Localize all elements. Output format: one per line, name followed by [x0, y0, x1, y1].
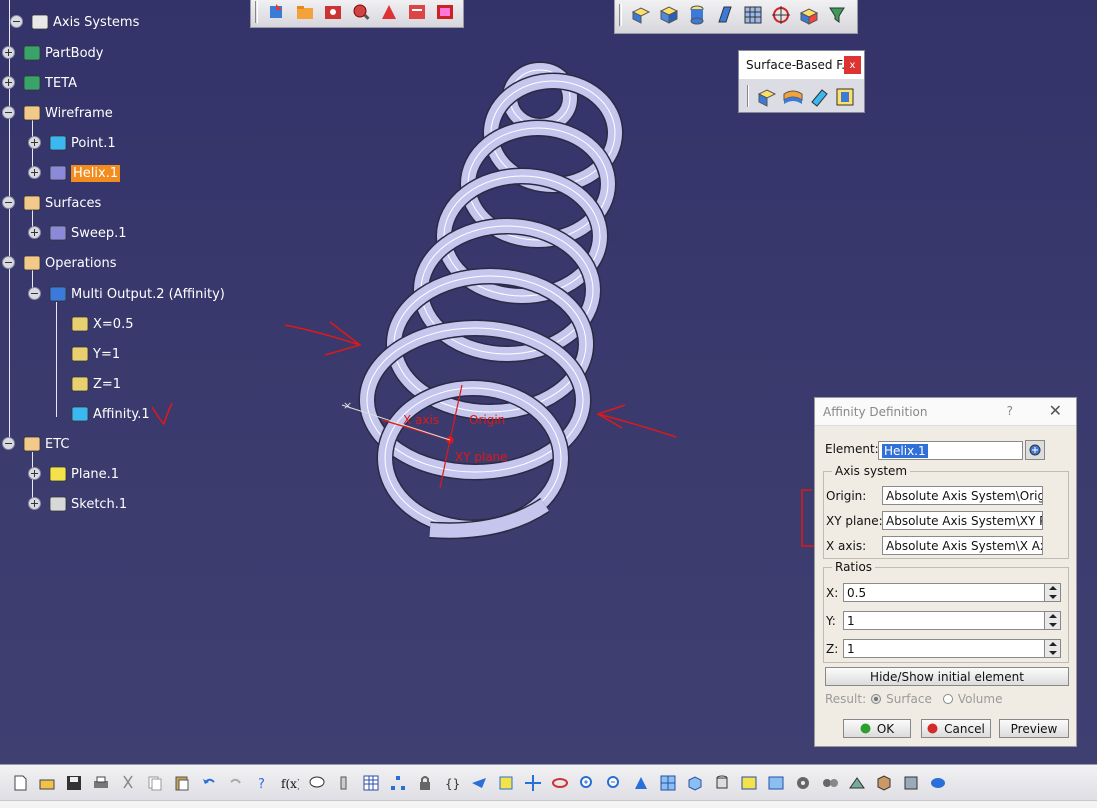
- xy-plane-label: XY plane: [455, 450, 508, 464]
- shading-icon[interactable]: [710, 771, 734, 795]
- z-ratio-label: Z:: [826, 642, 839, 656]
- xy-plane-field-label: XY plane:: [826, 514, 883, 528]
- print-icon[interactable]: [89, 771, 113, 795]
- swap-visible-icon[interactable]: [764, 771, 788, 795]
- surface-radio[interactable]: [871, 694, 882, 704]
- parameter-icon[interactable]: [332, 771, 356, 795]
- cancel-label: Cancel: [944, 721, 985, 736]
- xy-plane-field[interactable]: Absolute Axis System\XY Plane: [882, 511, 1043, 530]
- rotate-icon[interactable]: [548, 771, 572, 795]
- surface-radio-label: Surface: [886, 692, 932, 706]
- selection-icon: [1029, 444, 1041, 456]
- ok-button[interactable]: OK: [843, 719, 911, 738]
- dialog-title-bar[interactable]: Affinity Definition ? ✕: [815, 398, 1076, 426]
- preview-label: Preview: [1010, 721, 1058, 736]
- element-value: Helix.1: [882, 443, 928, 458]
- x-ratio-field[interactable]: 0.5: [843, 583, 1045, 602]
- volume-radio[interactable]: [942, 694, 953, 704]
- x-axis-field-label: X axis:: [826, 539, 867, 553]
- hide-show-label: Hide/Show initial element: [870, 669, 1024, 684]
- origin-field-label: Origin:: [826, 489, 867, 503]
- origin-label: Origin: [469, 413, 505, 427]
- y-ratio-field[interactable]: 1: [843, 611, 1045, 630]
- element-selector-button[interactable]: [1025, 440, 1045, 460]
- table-icon[interactable]: [359, 771, 383, 795]
- zoom-in-icon[interactable]: [575, 771, 599, 795]
- knowledge-icon[interactable]: {}: [440, 771, 464, 795]
- svg-text:{}: {}: [445, 777, 460, 791]
- normal-view-icon[interactable]: [629, 771, 653, 795]
- copy-icon[interactable]: [143, 771, 167, 795]
- affinity-definition-dialog[interactable]: Affinity Definition ? ✕ Element: Helix.1…: [814, 397, 1077, 747]
- y-ratio-spinner[interactable]: [1044, 611, 1061, 630]
- annotation-arrow-left: [284, 321, 362, 356]
- whats-this-icon[interactable]: ?: [251, 771, 275, 795]
- hide-show-icon[interactable]: [737, 771, 761, 795]
- zoom-out-icon[interactable]: [602, 771, 626, 795]
- simulation-icon[interactable]: [899, 771, 923, 795]
- z-ratio-field[interactable]: 1: [843, 639, 1045, 658]
- ok-label: OK: [876, 721, 895, 736]
- open-icon[interactable]: [35, 771, 59, 795]
- cancel-button[interactable]: Cancel: [921, 719, 991, 738]
- paste-icon[interactable]: [170, 771, 194, 795]
- z-ratio-value: 1: [847, 641, 855, 656]
- element-label: Element:: [825, 442, 879, 456]
- pan-icon[interactable]: [521, 771, 545, 795]
- origin-field-value: Absolute Axis System\Origin: [886, 488, 1043, 503]
- material-icon[interactable]: [872, 771, 896, 795]
- svg-text:?: ?: [258, 777, 265, 792]
- new-icon[interactable]: [8, 771, 32, 795]
- iso-view-icon[interactable]: [683, 771, 707, 795]
- result-row: Result: Surface Volume: [825, 692, 1002, 706]
- x-axis-field-value: Absolute Axis System\X Axis: [886, 538, 1043, 553]
- cancel-icon: [927, 723, 938, 734]
- annotation-arrow-right: [596, 404, 677, 438]
- preview-button[interactable]: Preview: [999, 719, 1069, 738]
- lock-icon[interactable]: [413, 771, 437, 795]
- ratios-group-title: Ratios: [832, 560, 876, 574]
- dialog-title: Affinity Definition: [823, 404, 928, 419]
- fit-all-icon[interactable]: [494, 771, 518, 795]
- close-dialog-button[interactable]: ✕: [1049, 401, 1062, 420]
- axis-x-marker: ×: [343, 399, 352, 412]
- x-axis-label: X axis: [403, 413, 439, 427]
- bottom-toolbar: ? f(x) {}: [0, 764, 1097, 800]
- help-button[interactable]: ?: [1007, 404, 1013, 418]
- x-ratio-label: X:: [826, 586, 839, 600]
- ok-icon: [860, 723, 871, 734]
- redo-icon[interactable]: [224, 771, 248, 795]
- analysis-icon[interactable]: [845, 771, 869, 795]
- 3d-viewport[interactable]: Axis Systems PartBody TETA Wireframe Point.1…: [0, 0, 1097, 764]
- y-ratio-label: Y:: [826, 614, 836, 628]
- element-field[interactable]: Helix.1: [878, 441, 1023, 460]
- x-ratio-value: 0.5: [847, 585, 867, 600]
- result-label: Result:: [825, 692, 867, 706]
- axis-system-group-title: Axis system: [832, 464, 911, 478]
- settings-gear-icon[interactable]: [791, 771, 815, 795]
- x-ratio-spinner[interactable]: [1044, 583, 1061, 602]
- x-axis-field[interactable]: Absolute Axis System\X Axis: [882, 536, 1043, 555]
- cut-icon[interactable]: [116, 771, 140, 795]
- multi-view-icon[interactable]: [656, 771, 680, 795]
- gears-icon[interactable]: [818, 771, 842, 795]
- status-bar: [0, 800, 1097, 808]
- z-ratio-spinner[interactable]: [1044, 639, 1061, 658]
- fly-icon[interactable]: [467, 771, 491, 795]
- tree-structure-icon[interactable]: [386, 771, 410, 795]
- origin-field[interactable]: Absolute Axis System\Origin: [882, 486, 1043, 505]
- save-icon[interactable]: [62, 771, 86, 795]
- comment-icon[interactable]: [305, 771, 329, 795]
- formula-icon[interactable]: f(x): [278, 771, 302, 795]
- hide-show-initial-element-button[interactable]: Hide/Show initial element: [825, 667, 1069, 686]
- annotation-checkmark: [151, 402, 173, 426]
- apply-material-icon[interactable]: [926, 771, 950, 795]
- xy-plane-field-value: Absolute Axis System\XY Plane: [886, 513, 1042, 528]
- undo-icon[interactable]: [197, 771, 221, 795]
- svg-text:f(x): f(x): [281, 777, 299, 791]
- volume-radio-label: Volume: [957, 692, 1003, 706]
- y-ratio-value: 1: [847, 613, 855, 628]
